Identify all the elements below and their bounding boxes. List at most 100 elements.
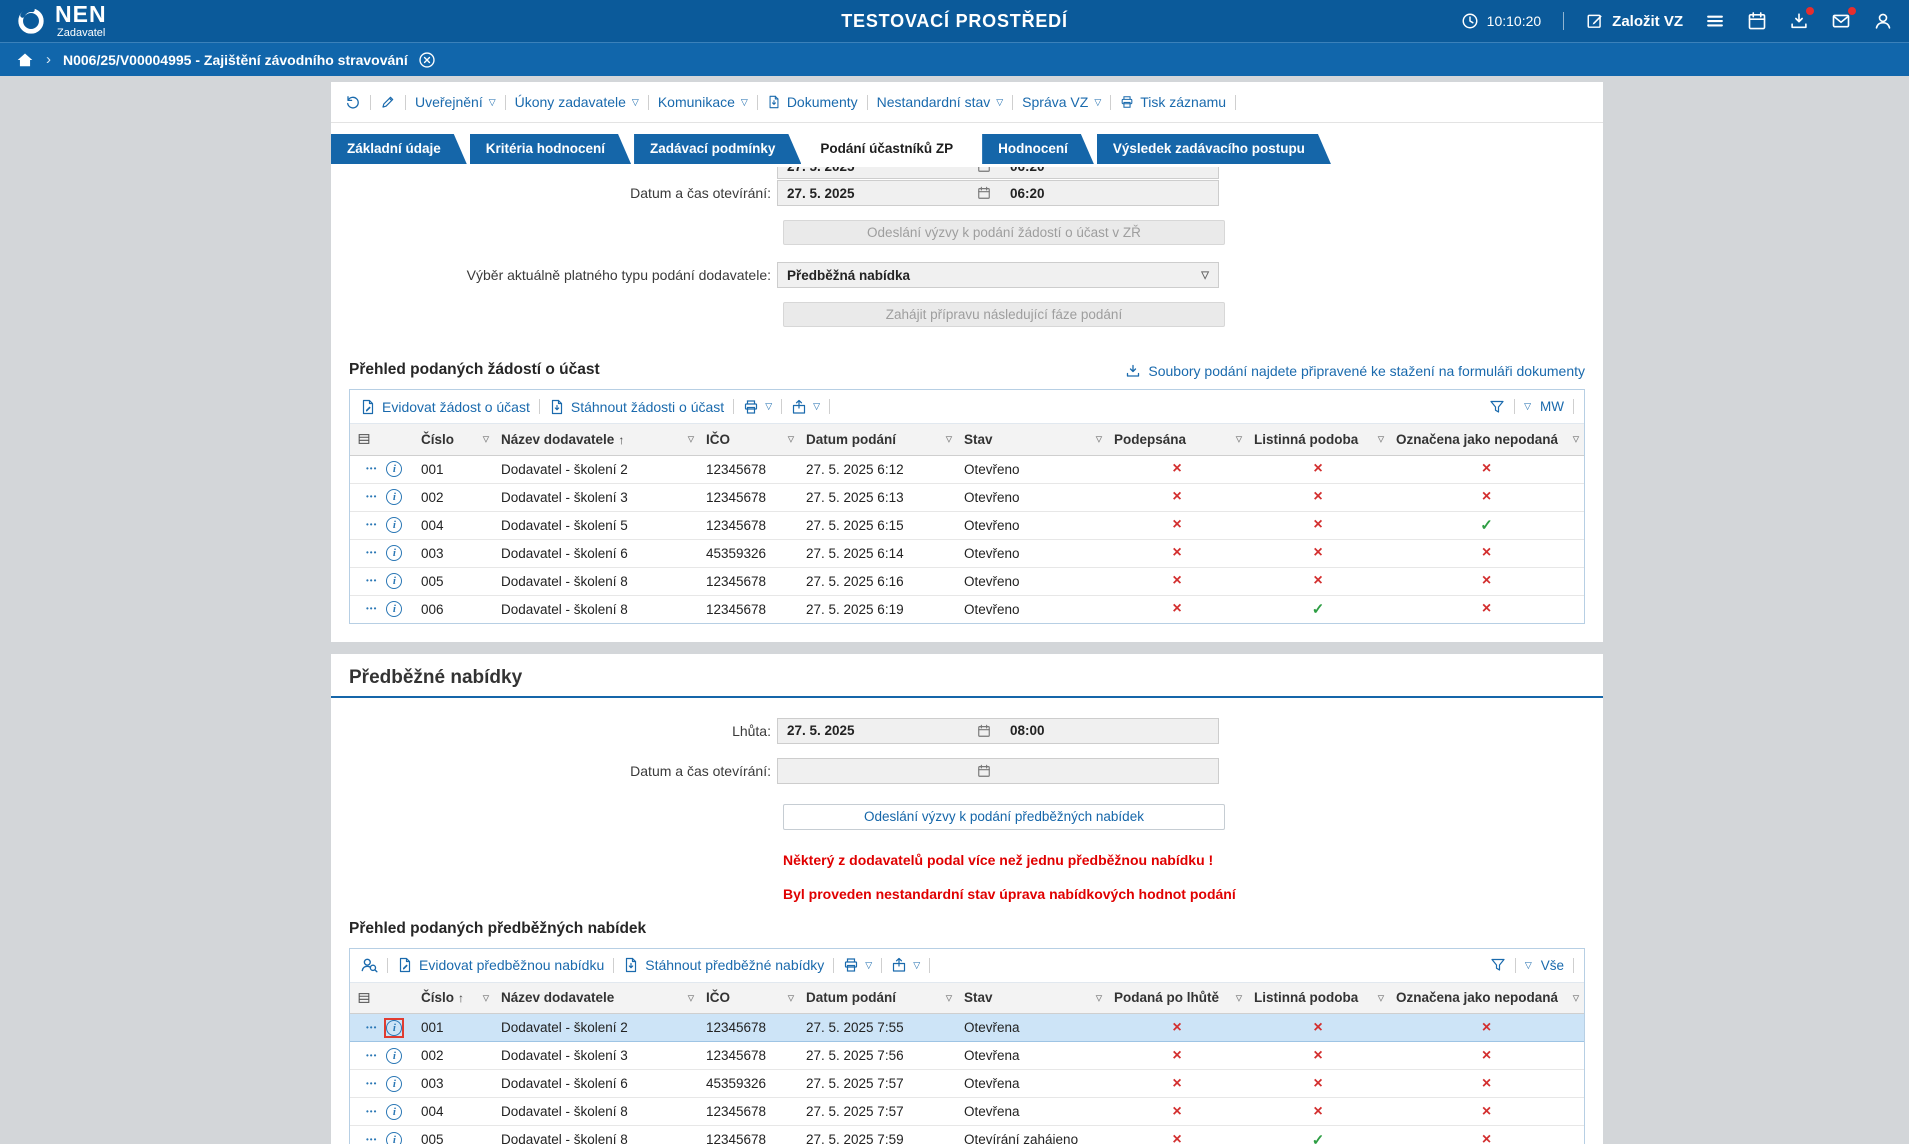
column-filter-icon[interactable]: ▽	[946, 435, 952, 444]
print-grid-button[interactable]: ▽	[843, 957, 872, 973]
table-row[interactable]: ••• i 002 Dodavatel - školení 3 12345678 …	[350, 1041, 1584, 1070]
print-grid-button[interactable]: ▽	[743, 399, 772, 415]
row-menu-icon[interactable]: •••	[366, 493, 377, 501]
tab-zadavaci-podminky[interactable]: Zadávací podmínky	[634, 134, 801, 164]
download-preliminary-offers-button[interactable]: Stáhnout předběžné nabídky	[623, 957, 824, 973]
tab-vysledek-zadavaciho-postupu[interactable]: Výsledek zadávacího postupu	[1097, 134, 1331, 164]
register-request-button[interactable]: Evidovat žádost o účast	[360, 399, 530, 415]
column-header-datum-podani[interactable]: Datum podání ▽	[799, 982, 957, 1014]
row-detail-button[interactable]: i	[384, 1074, 404, 1094]
downloads-button[interactable]	[1789, 7, 1814, 31]
row-menu-icon[interactable]: •••	[366, 1051, 377, 1060]
column-header-podepsana[interactable]: Podepsána ▽	[1107, 424, 1247, 456]
nen-logo[interactable]: NEN Zadavatel	[16, 3, 107, 39]
menu-sprava-vz[interactable]: Správa VZ ▽	[1022, 94, 1101, 110]
column-filter-icon[interactable]: ▽	[1573, 435, 1579, 444]
row-menu-icon[interactable]: •••	[366, 1107, 377, 1116]
view-dropdown-icon[interactable]: ▽	[1524, 402, 1531, 411]
column-filter-icon[interactable]: ▽	[788, 435, 794, 444]
menu-tisk-zaznamu[interactable]: Tisk záznamu	[1120, 94, 1226, 110]
column-filter-icon[interactable]: ▽	[688, 993, 694, 1002]
table-row[interactable]: ••• i 001 Dodavatel - školení 2 12345678 …	[350, 455, 1584, 484]
row-menu-icon[interactable]: •••	[366, 1079, 377, 1088]
menu-button[interactable]	[1705, 11, 1725, 31]
calendar-icon[interactable]	[977, 764, 991, 778]
row-detail-button[interactable]: i	[384, 1046, 404, 1066]
column-header-listinna-podoba[interactable]: Listinná podoba ▽	[1247, 982, 1389, 1014]
close-record-button[interactable]	[418, 51, 436, 69]
menu-uverejneni[interactable]: Uveřejnění ▽	[415, 94, 496, 110]
row-detail-button[interactable]: i	[384, 1130, 404, 1144]
column-header-select[interactable]	[350, 424, 414, 456]
supplier-search-button[interactable]	[360, 956, 378, 974]
column-header-datum-podani[interactable]: Datum podání ▽	[799, 424, 957, 456]
column-filter-icon[interactable]: ▽	[688, 435, 694, 444]
row-detail-button[interactable]: i	[384, 459, 404, 479]
column-filter-icon[interactable]: ▽	[1096, 435, 1102, 444]
table-row[interactable]: ••• i 004 Dodavatel - školení 5 12345678 …	[350, 511, 1584, 540]
table-row[interactable]: ••• i 001 Dodavatel - školení 2 12345678 …	[350, 1013, 1584, 1042]
start-next-phase-button[interactable]: Zahájit přípravu následující fáze podání	[783, 302, 1225, 327]
tab-podani-ucastniku-zp[interactable]: Podání účastníků ZP	[804, 134, 979, 164]
column-filter-icon[interactable]: ▽	[1573, 993, 1579, 1002]
register-preliminary-offer-button[interactable]: Evidovat předběžnou nabídku	[397, 957, 604, 973]
row-detail-button[interactable]: i	[384, 1017, 405, 1038]
column-header-ico[interactable]: IČO ▽	[699, 424, 799, 456]
column-header-oznacena-jako-nepodana[interactable]: Označena jako nepodaná ▽	[1389, 424, 1584, 456]
row-menu-icon[interactable]: •••	[366, 1023, 377, 1032]
column-filter-icon[interactable]: ▽	[483, 435, 489, 444]
row-detail-button[interactable]: i	[384, 599, 404, 619]
row-menu-icon[interactable]: •••	[366, 549, 377, 557]
column-header-cislo[interactable]: Číslo ▽	[414, 424, 494, 456]
menu-dokumenty[interactable]: Dokumenty	[767, 94, 858, 110]
calendar-icon[interactable]	[977, 186, 991, 200]
column-filter-icon[interactable]: ▽	[1236, 993, 1242, 1002]
row-menu-icon[interactable]: •••	[366, 521, 377, 529]
row-detail-button[interactable]: i	[384, 1102, 404, 1122]
row-detail-button[interactable]: i	[384, 515, 404, 535]
profile-button[interactable]	[1873, 11, 1893, 31]
tab-kriteria-hodnoceni[interactable]: Kritéria hodnocení	[470, 134, 631, 164]
table-row[interactable]: ••• i 005 Dodavatel - školení 8 12345678 …	[350, 567, 1584, 596]
opening-datetime-field[interactable]: 27. 5. 2025 06:20	[777, 180, 1219, 206]
column-filter-icon[interactable]: ▽	[1378, 435, 1384, 444]
column-header-stav[interactable]: Stav ▽	[957, 982, 1107, 1014]
column-header-nazev-dodavatele[interactable]: Název dodavatele ▽	[494, 982, 699, 1014]
filter-grid-button[interactable]	[1490, 957, 1506, 973]
view-name[interactable]: Vše	[1541, 958, 1564, 973]
column-filter-icon[interactable]: ▽	[1096, 993, 1102, 1002]
history-button[interactable]	[345, 94, 361, 110]
row-menu-icon[interactable]: •••	[366, 1135, 377, 1144]
column-header-listinna-podoba[interactable]: Listinná podoba ▽	[1247, 424, 1389, 456]
row-detail-button[interactable]: i	[384, 487, 404, 507]
menu-ukony-zadavatele[interactable]: Úkony zadavatele ▽	[515, 94, 639, 110]
column-header-nazev-dodavatele[interactable]: Název dodavatele ↑ ▽	[494, 424, 699, 456]
send-invite-requests-button[interactable]: Odeslání výzvy k podání žádostí o účast …	[783, 220, 1225, 245]
filter-grid-button[interactable]	[1489, 399, 1505, 415]
tab-zakladni-udaje[interactable]: Základní údaje	[331, 134, 467, 164]
column-filter-icon[interactable]: ▽	[946, 993, 952, 1002]
menu-komunikace[interactable]: Komunikace ▽	[658, 94, 748, 110]
column-header-stav[interactable]: Stav ▽	[957, 424, 1107, 456]
calendar-icon[interactable]	[977, 167, 991, 173]
messages-button[interactable]	[1831, 7, 1856, 31]
clipped-datetime-field[interactable]: 27. 5. 2025 06:20	[777, 167, 1219, 179]
column-filter-icon[interactable]: ▽	[483, 993, 489, 1002]
calendar-button[interactable]	[1747, 11, 1767, 31]
download-requests-button[interactable]: Stáhnout žádosti o účast	[549, 399, 724, 415]
submission-files-link[interactable]: Soubory podání najdete připravené ke sta…	[1125, 363, 1585, 379]
breadcrumb-record[interactable]: N006/25/V00004995 - Zajištění závodního …	[63, 51, 436, 69]
table-row[interactable]: ••• i 005 Dodavatel - školení 8 12345678 …	[350, 1126, 1584, 1144]
table-row[interactable]: ••• i 006 Dodavatel - školení 8 12345678 …	[350, 595, 1584, 623]
table-row[interactable]: ••• i 004 Dodavatel - školení 8 12345678 …	[350, 1097, 1584, 1126]
deadline-datetime-field[interactable]: 27. 5. 2025 08:00	[777, 717, 1219, 744]
column-header-select[interactable]	[350, 982, 414, 1014]
row-menu-icon[interactable]: •••	[366, 605, 377, 613]
active-type-select[interactable]: Předběžná nabídka ▽	[777, 262, 1219, 288]
create-vz-button[interactable]: Založit VZ	[1586, 12, 1683, 30]
menu-nestandardni-stav[interactable]: Nestandardní stav ▽	[877, 94, 1004, 110]
column-filter-icon[interactable]: ▽	[788, 993, 794, 1002]
column-header-oznacena-jako-nepodana[interactable]: Označena jako nepodaná ▽	[1389, 982, 1584, 1014]
column-filter-icon[interactable]: ▽	[1378, 993, 1384, 1002]
table-row[interactable]: ••• i 003 Dodavatel - školení 6 45359326 …	[350, 539, 1584, 568]
